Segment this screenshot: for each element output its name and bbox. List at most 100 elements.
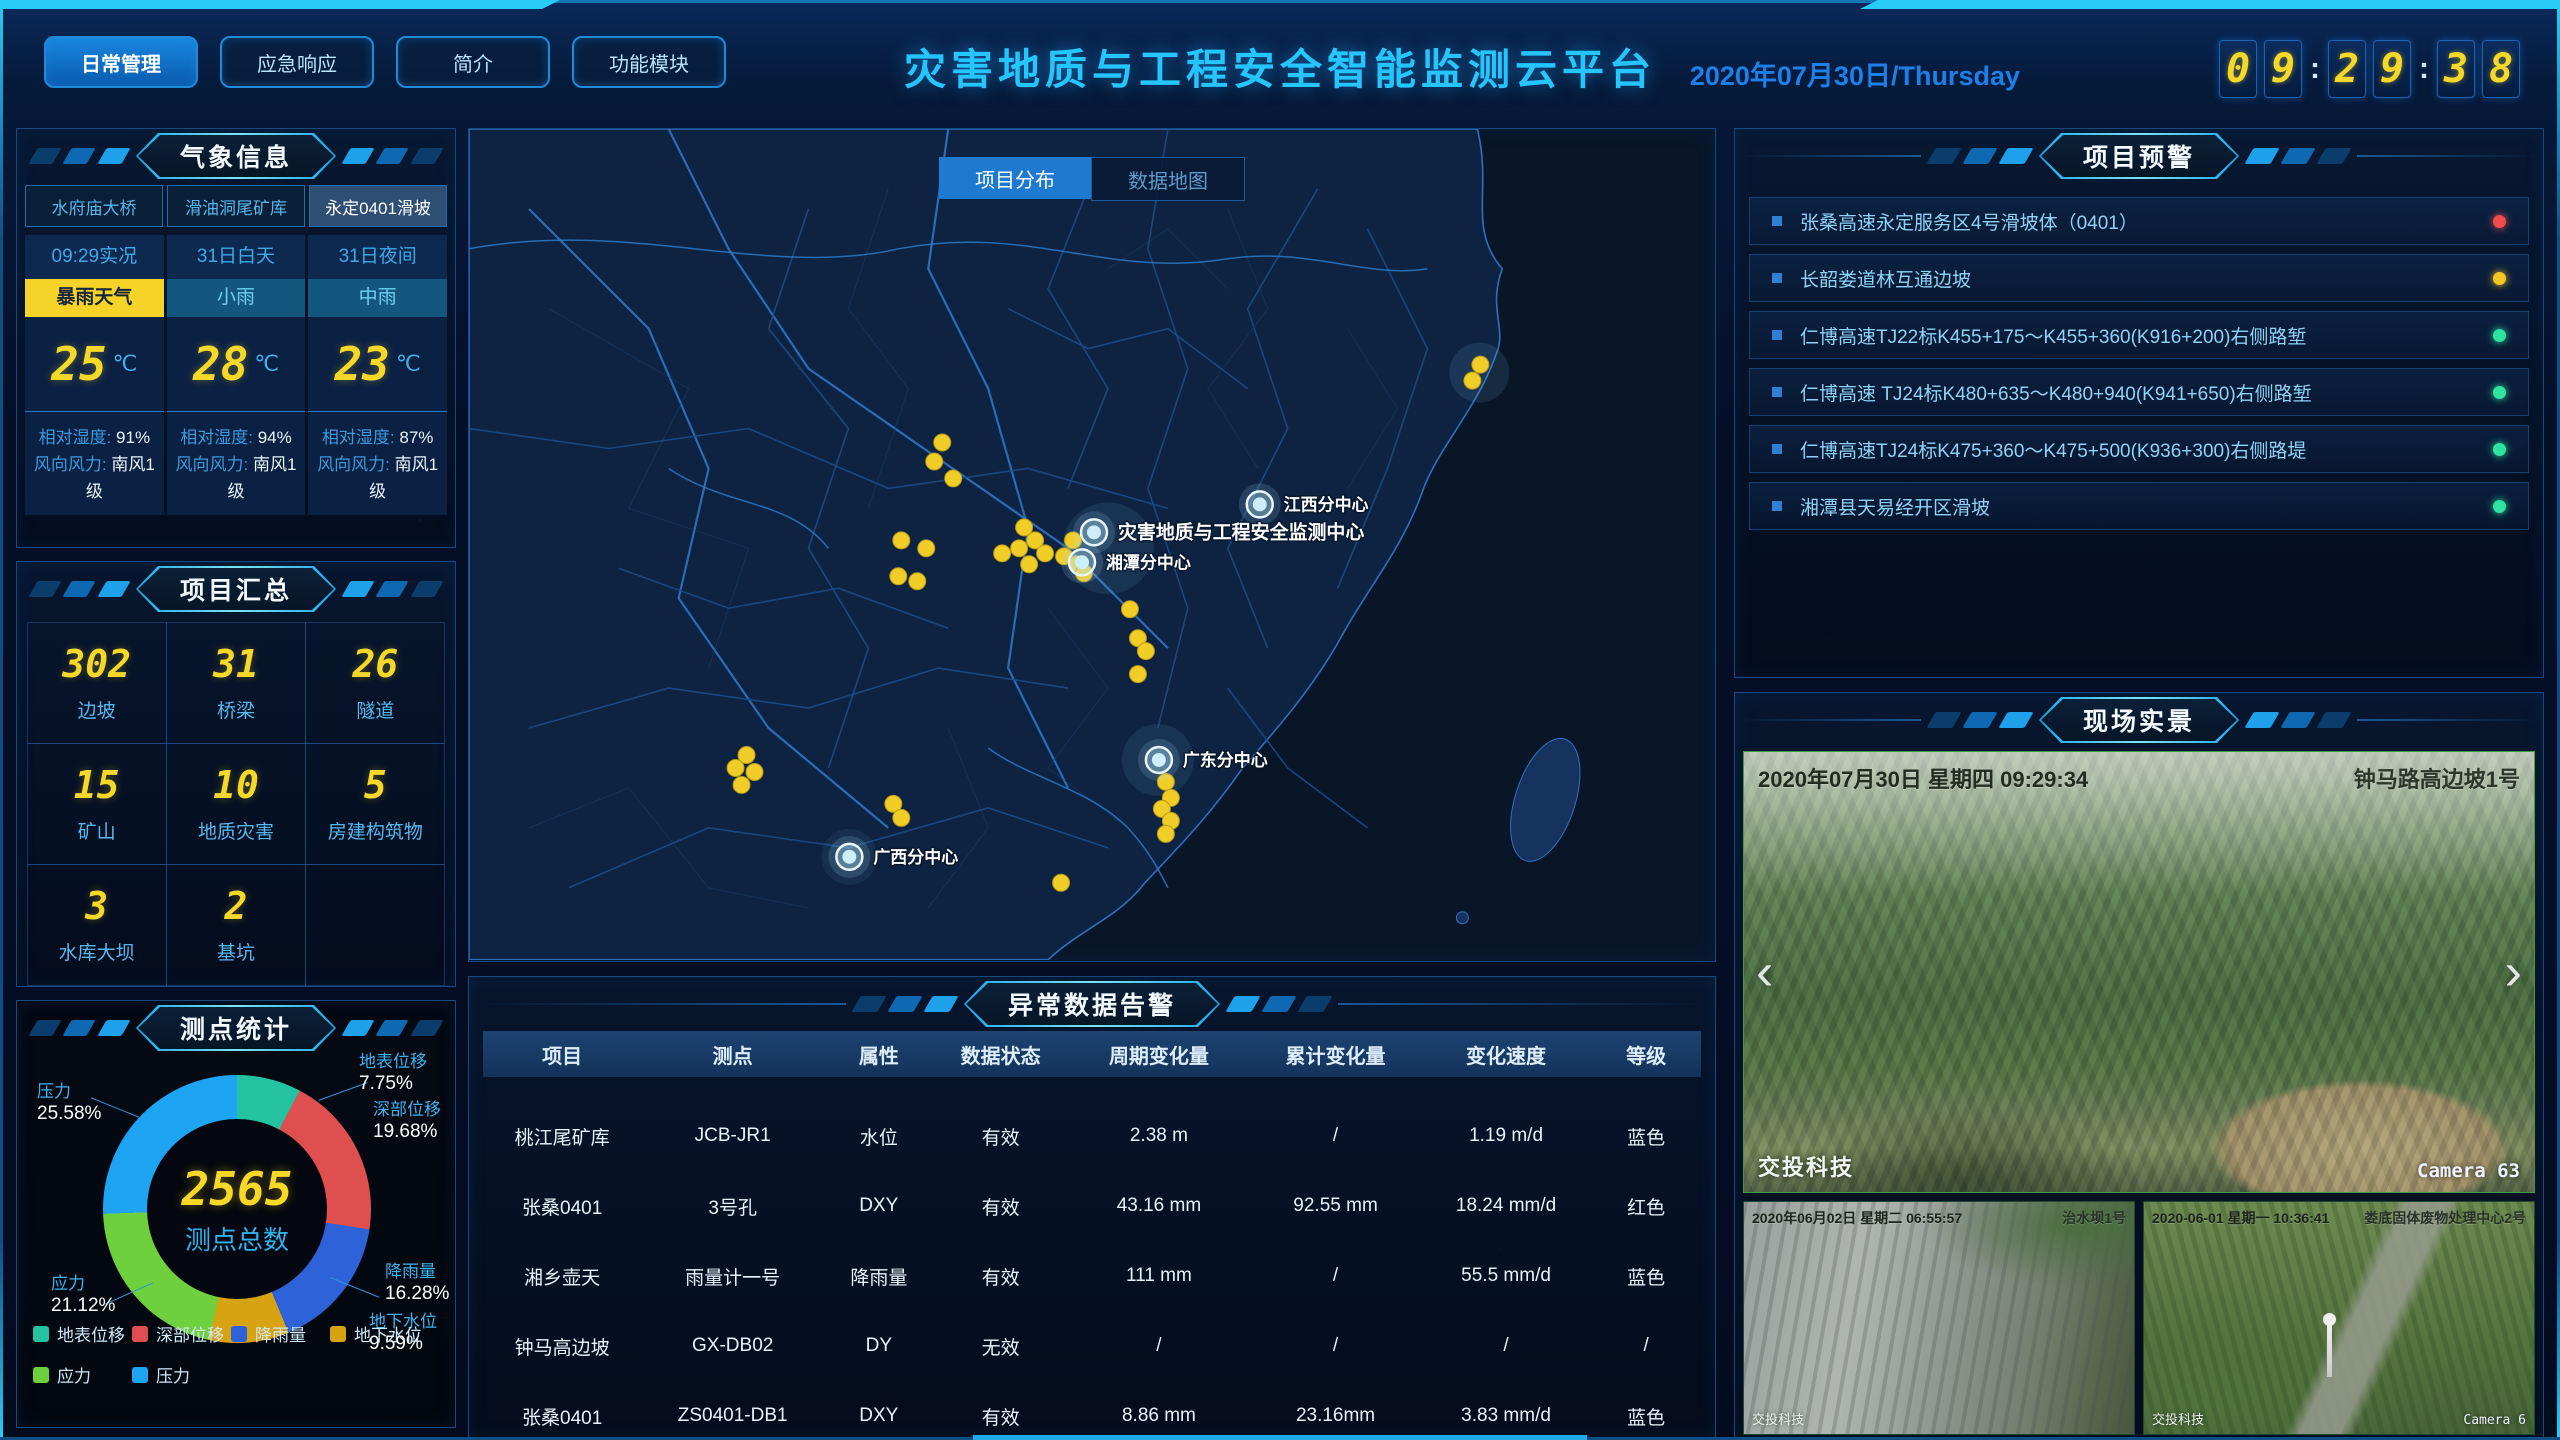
weather-column-now: 09:29实况 暴雨天气 25 ℃ 相对湿度: 91% 风向风力: 南风1级	[25, 235, 164, 515]
weather-panel: 气象信息 水府庙大桥 滑油洞尾矿库 永定0401滑坡 09:29实况 暴雨天气 …	[16, 128, 456, 548]
summary-value: 15	[74, 763, 120, 807]
cell: /	[1250, 1125, 1421, 1147]
cell: DXY	[824, 1405, 934, 1427]
map-panel: 项目分布 数据地图	[468, 128, 1716, 962]
cell: 1.19 m/d	[1421, 1125, 1592, 1147]
deco-bar	[1261, 996, 1296, 1012]
temp-unit: ℃	[254, 351, 279, 377]
cell: 8.86 mm	[1068, 1405, 1251, 1427]
project-dot[interactable]	[727, 759, 744, 776]
project-dot[interactable]	[1053, 874, 1070, 891]
project-dot[interactable]	[893, 809, 910, 826]
summary-empty-cell	[305, 864, 445, 986]
summary-label: 边坡	[78, 696, 116, 723]
nav-function-modules[interactable]: 功能模块	[572, 36, 726, 88]
map-marker-label: 灾害地质与工程安全监测中心	[1118, 520, 1364, 543]
legend-item-rainfall: 降雨量	[231, 1321, 330, 1346]
warnings-list: 张桑高速永定服务区4号滑坡体（0401） 长韶娄道林互通边坡 仁博高速TJ22标…	[1735, 183, 2543, 530]
cell: 3号孔	[641, 1193, 824, 1220]
project-summary-title: 项目汇总	[138, 568, 334, 610]
next-camera-arrow-icon[interactable]: ›	[2505, 946, 2522, 998]
warning-item[interactable]: 长韶娄道林互通边坡	[1749, 254, 2529, 302]
deco-bar	[2316, 148, 2351, 164]
legend-swatch	[330, 1326, 346, 1342]
nav-daily-management[interactable]: 日常管理	[44, 36, 198, 88]
weather-column-night: 31日夜间 中雨 23 ℃ 相对湿度: 87% 风向风力: 南风1级	[308, 235, 447, 515]
cameras-panel: 现场实景 2020年07月30日 星期四 09:29:34 钟马路高边坡1号 交…	[1734, 692, 2544, 1440]
total-points-label: 测点总数	[185, 1220, 289, 1257]
project-dot[interactable]	[733, 776, 750, 793]
camera-main-view[interactable]: 2020年07月30日 星期四 09:29:34 钟马路高边坡1号 交投科技 C…	[1743, 751, 2535, 1193]
col-data-status: 数据状态	[934, 1040, 1068, 1069]
project-dot[interactable]	[1137, 643, 1154, 660]
summary-label: 桥梁	[217, 696, 255, 723]
table-row[interactable]: 张桑0401ZS0401-DB1DXY有效8.86 mm23.16mm3.83 …	[483, 1381, 1701, 1429]
weather-tab-yongding0401[interactable]: 永定0401滑坡	[309, 185, 447, 227]
project-dot[interactable]	[1021, 556, 1038, 573]
project-dot[interactable]	[926, 453, 943, 470]
project-dot[interactable]	[1011, 540, 1028, 557]
legend-swatch	[33, 1367, 49, 1383]
warning-item[interactable]: 仁博高速 TJ24标K480+635～K480+940(K941+650)右侧路…	[1749, 368, 2529, 416]
project-dot[interactable]	[909, 573, 926, 590]
frame-top-left-strip	[0, 0, 560, 9]
alerts-title: 异常数据告警	[966, 983, 1218, 1025]
project-dot[interactable]	[893, 532, 910, 549]
humidity-value: 87%	[399, 428, 433, 447]
cameras-title: 现场实景	[2041, 699, 2237, 741]
callout-pct: 19.68%	[373, 1121, 441, 1143]
total-points-value: 2565	[182, 1162, 293, 1216]
project-dot[interactable]	[746, 763, 763, 780]
project-dot[interactable]	[918, 540, 935, 557]
project-dot[interactable]	[945, 470, 962, 487]
table-row[interactable]: 张桑04013号孔DXY有效43.16 mm92.55 mm18.24 mm/d…	[483, 1171, 1701, 1241]
frame-bottom-glow	[973, 1435, 1587, 1440]
clock-digit: 2	[2328, 40, 2366, 98]
project-dot[interactable]	[994, 545, 1011, 562]
warning-text: 湘潭县天易经开区滑坡	[1800, 493, 2475, 520]
project-dot[interactable]	[1472, 356, 1489, 373]
table-row[interactable]: 湘乡壶天5号孔DXY有效10.12 mm15.975.46 mm/d橙色	[483, 1077, 1701, 1101]
table-row[interactable]: 湘乡壶天雨量计一号降雨量有效111 mm/55.5 mm/d蓝色	[483, 1241, 1701, 1311]
table-row[interactable]: 钟马高边坡GX-DB02DY无效////	[483, 1311, 1701, 1381]
wind-label: 风向风力:	[34, 455, 107, 474]
project-dot[interactable]	[1037, 545, 1054, 562]
project-dot[interactable]	[934, 434, 951, 451]
deco-bar	[923, 996, 958, 1012]
project-dot[interactable]	[890, 568, 907, 585]
camera-thumb-1[interactable]: 2020年06月02日 星期二 06:55:57 治水坝1号 交投科技	[1743, 1201, 2135, 1435]
prev-camera-arrow-icon[interactable]: ‹	[1756, 946, 1773, 998]
map-btn-project-distribution[interactable]: 项目分布	[939, 157, 1091, 199]
legend-swatch	[231, 1326, 247, 1342]
weather-tab-shuifumiao[interactable]: 水府庙大桥	[25, 185, 163, 227]
weather-columns: 09:29实况 暴雨天气 25 ℃ 相对湿度: 91% 风向风力: 南风1级 3…	[17, 235, 455, 515]
deco-bar	[2280, 148, 2315, 164]
table-row[interactable]: 桃江尾矿库JCB-JR1水位有效2.38 m/1.19 m/d蓝色	[483, 1101, 1701, 1171]
callout-pct: 16.28%	[385, 1283, 449, 1305]
weather-time: 31日白天	[167, 235, 306, 279]
cell: 有效	[934, 1263, 1068, 1290]
weather-time: 09:29实况	[25, 235, 164, 279]
panel-title-frame: 气象信息	[136, 133, 336, 179]
project-dot[interactable]	[1157, 825, 1174, 842]
warning-item[interactable]: 仁博高速TJ24标K475+360～K475+500(K936+300)右侧路堤	[1749, 425, 2529, 473]
camera-thumb-2[interactable]: 2020-06-01 星期一 10:36:41 娄底固体废物处理中心2号 交投科…	[2143, 1201, 2535, 1435]
legend-label: 地下水位	[354, 1321, 422, 1346]
warning-item[interactable]: 湘潭县天易经开区滑坡	[1749, 482, 2529, 530]
weather-tab-huayoudong[interactable]: 滑油洞尾矿库	[167, 185, 305, 227]
cell: 钟马高边坡	[483, 1333, 641, 1360]
deco-bar	[341, 148, 375, 164]
status-dot	[2493, 329, 2506, 342]
humidity-value: 91%	[116, 428, 150, 447]
warning-item[interactable]: 仁博高速TJ22标K455+175～K455+360(K916+200)右侧路堑	[1749, 311, 2529, 359]
warning-item[interactable]: 张桑高速永定服务区4号滑坡体（0401）	[1749, 197, 2529, 245]
clock-colon: :	[2310, 52, 2320, 86]
map-btn-data-map[interactable]: 数据地图	[1091, 157, 1245, 201]
project-dot[interactable]	[1129, 666, 1146, 683]
nav-introduction[interactable]: 简介	[396, 36, 550, 88]
project-dot[interactable]	[1464, 372, 1481, 389]
nav-emergency-response[interactable]: 应急响应	[220, 36, 374, 88]
map[interactable]: 江西分中心灾害地质与工程安全监测中心湘潭分中心广东分中心广西分中心	[469, 129, 1715, 960]
project-dot[interactable]	[1121, 601, 1138, 618]
summary-tunnel: 26隧道	[305, 622, 445, 744]
